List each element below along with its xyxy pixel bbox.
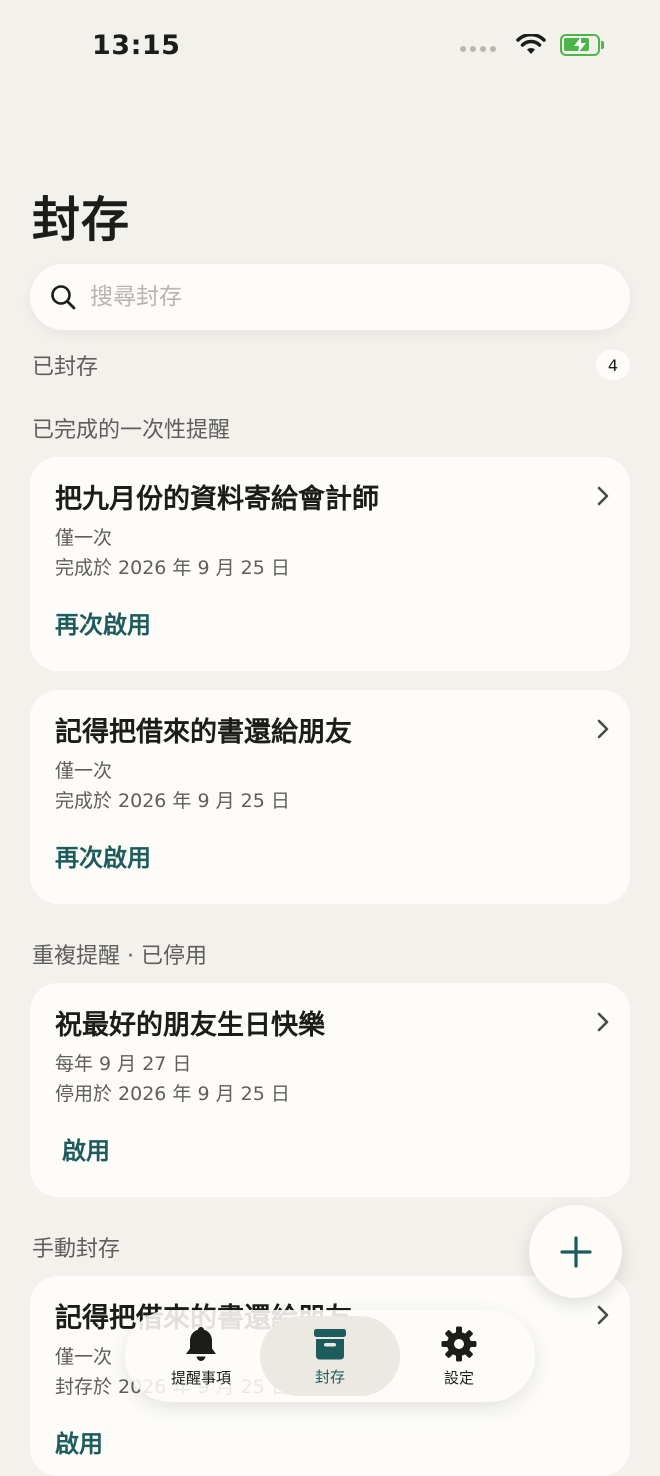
chevron-right-icon	[597, 719, 609, 739]
search-bar[interactable]	[30, 264, 630, 330]
add-reminder-button[interactable]	[529, 1205, 622, 1298]
status-time: 13:15	[92, 30, 181, 61]
reminder-frequency: 僅一次	[55, 760, 113, 782]
chevron-right-icon	[597, 1305, 609, 1325]
status-bar: 13:15	[0, 0, 660, 100]
archived-summary: 已封存 4	[32, 348, 630, 382]
archived-count-badge: 4	[596, 350, 630, 380]
reminder-title: 把九月份的資料寄給會計師	[55, 484, 379, 515]
plus-icon	[559, 1235, 592, 1268]
chevron-right-icon	[597, 486, 609, 506]
charging-bolt-icon	[574, 37, 586, 53]
tab-archive[interactable]: 封存	[260, 1316, 400, 1396]
bell-icon	[186, 1326, 216, 1361]
reminder-card[interactable]: 記得把借來的書還給朋友 僅一次 完成於 2026 年 9 月 25 日 再次啟用	[30, 690, 630, 904]
tab-label: 提醒事項	[170, 1368, 231, 1387]
reminder-status: 完成於 2026 年 9 月 25 日	[55, 790, 290, 812]
archive-box-icon	[314, 1328, 346, 1359]
tab-label: 設定	[443, 1368, 474, 1387]
reminder-frequency: 僅一次	[55, 527, 113, 549]
reactivate-button[interactable]: 再次啟用	[55, 605, 151, 640]
section-header-recurring-disabled: 重複提醒 · 已停用	[32, 944, 207, 969]
section-header-completed: 已完成的一次性提醒	[32, 418, 231, 443]
tab-settings[interactable]: 設定	[389, 1316, 529, 1396]
reminder-status: 停用於 2026 年 9 月 25 日	[55, 1083, 290, 1105]
enable-button[interactable]: 啟用	[62, 1131, 110, 1166]
cellular-signal-icon	[460, 46, 496, 52]
tab-label: 封存	[314, 1367, 345, 1386]
wifi-icon	[516, 34, 546, 54]
search-icon	[51, 285, 76, 310]
reactivate-button[interactable]: 再次啟用	[55, 838, 151, 873]
reminder-title: 記得把借來的書還給朋友	[55, 717, 352, 748]
search-input[interactable]	[88, 283, 572, 311]
reminder-title: 祝最好的朋友生日快樂	[55, 1010, 325, 1041]
status-icons	[460, 34, 604, 56]
archived-label: 已封存	[32, 355, 99, 380]
reminder-status: 完成於 2026 年 9 月 25 日	[55, 557, 290, 579]
reminder-card[interactable]: 祝最好的朋友生日快樂 每年 9 月 27 日 停用於 2026 年 9 月 25…	[30, 983, 630, 1197]
page-title: 封存	[32, 192, 131, 248]
chevron-right-icon	[597, 1012, 609, 1032]
reminder-frequency: 僅一次	[55, 1346, 113, 1368]
reminder-frequency: 每年 9 月 27 日	[55, 1053, 192, 1075]
reminder-card[interactable]: 把九月份的資料寄給會計師 僅一次 完成於 2026 年 9 月 25 日 再次啟…	[30, 457, 630, 671]
gear-icon	[441, 1326, 477, 1361]
enable-button[interactable]: 啟用	[55, 1424, 103, 1459]
battery-icon	[560, 34, 604, 56]
tab-bar: 提醒事項 封存 設定	[125, 1310, 535, 1402]
section-header-manual-archive: 手動封存	[32, 1237, 121, 1262]
tab-reminders[interactable]: 提醒事項	[131, 1316, 271, 1396]
